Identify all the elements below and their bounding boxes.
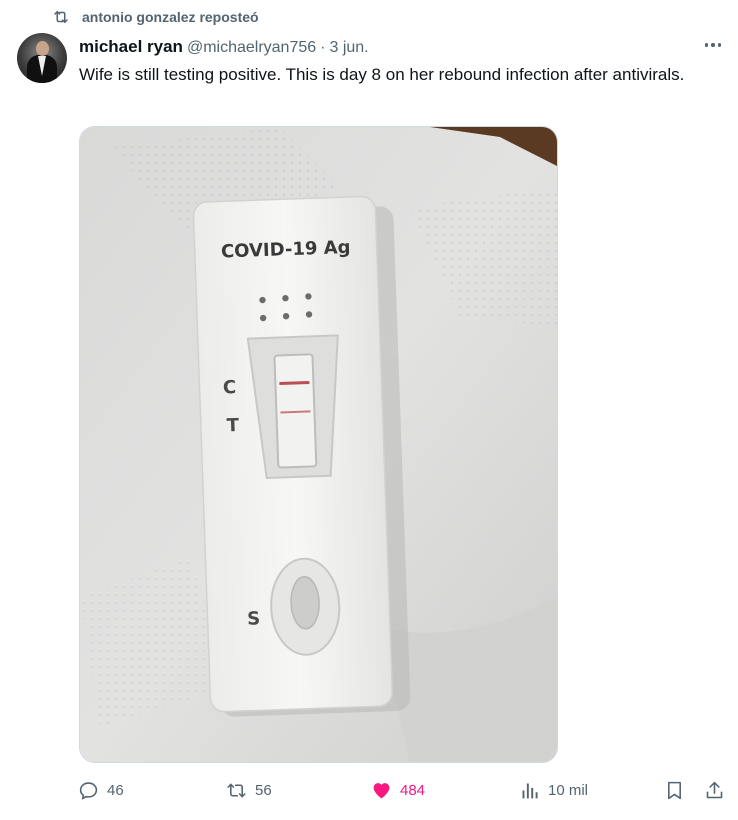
bookmark-icon [668, 781, 681, 800]
analytics-icon [522, 783, 538, 799]
repost-banner[interactable]: antonio gonzalez reposteó [52, 8, 259, 26]
reply-count: 46 [107, 782, 124, 799]
retweet-icon [227, 783, 246, 798]
test-cassette: COVID-19 Ag C T S [192, 195, 394, 713]
like-button[interactable]: 484 [371, 780, 425, 801]
control-line-label: C [223, 377, 237, 398]
retweet-icon [54, 11, 68, 23]
author-name[interactable]: michael ryan [79, 37, 183, 57]
tweet-timestamp[interactable]: 3 jun. [329, 39, 368, 57]
heart-icon [373, 783, 390, 799]
views-count: 10 mil [548, 782, 589, 799]
repost-count: 56 [255, 782, 272, 799]
tweet-media-image[interactable]: COVID-19 Ag C T S [79, 126, 558, 763]
repost-banner-text: antonio gonzalez reposteó [82, 9, 259, 25]
separator-dot: · [320, 39, 326, 56]
reply-button[interactable]: 46 [78, 780, 124, 801]
tweet-actions: 46 56 484 10 mil [0, 780, 738, 808]
more-icon [704, 43, 709, 47]
reply-icon [79, 782, 98, 800]
share-button[interactable] [704, 780, 725, 801]
author-handle[interactable]: @michaelryan756 [187, 39, 316, 57]
test-line-label: T [226, 415, 240, 436]
repost-button[interactable]: 56 [226, 780, 272, 801]
avatar[interactable] [17, 33, 67, 83]
sample-well-label: S [247, 608, 261, 629]
tweet-header: michael ryan @michaelryan756 · 3 jun. [79, 37, 369, 57]
more-options-button[interactable] [700, 34, 726, 56]
like-count: 484 [400, 782, 426, 799]
views-button[interactable]: 10 mil [519, 780, 588, 801]
share-icon [706, 781, 723, 799]
tweet-text: Wife is still testing positive. This is … [79, 65, 685, 84]
bookmark-button[interactable] [664, 780, 685, 801]
